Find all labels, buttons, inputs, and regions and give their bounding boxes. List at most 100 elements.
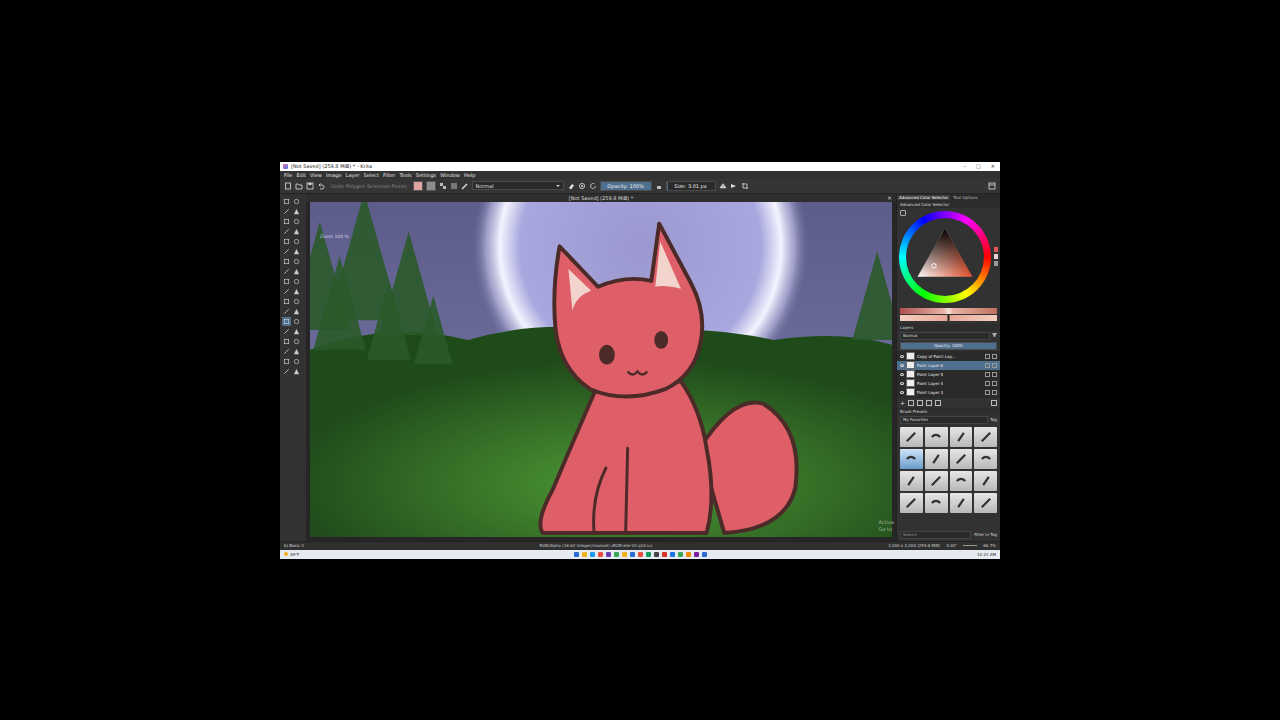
blend-mode-dropdown[interactable]: Normal [472, 181, 564, 190]
layer-row[interactable]: Paint Layer 4 [897, 379, 1000, 388]
opacity-slider[interactable]: Opacity: 100% [600, 181, 652, 191]
tool-button[interactable] [292, 367, 301, 376]
window-control-button[interactable]: ✕ [991, 163, 995, 169]
layer-row[interactable]: Paint Layer 6 [897, 361, 1000, 370]
taskbar-app-icon[interactable] [598, 552, 603, 557]
brush-preset[interactable] [900, 449, 923, 469]
tool-button[interactable] [292, 257, 301, 266]
new-document-icon[interactable] [284, 182, 292, 190]
tool-button[interactable] [282, 217, 291, 226]
tool-button[interactable] [282, 307, 291, 316]
tool-button[interactable] [282, 237, 291, 246]
brush-preset[interactable] [950, 449, 973, 469]
tool-button[interactable] [292, 277, 301, 286]
filter-icon[interactable] [992, 333, 997, 338]
tool-button[interactable] [292, 267, 301, 276]
taskbar-app-icon[interactable] [654, 552, 659, 557]
menu-item[interactable]: Settings [416, 172, 437, 178]
taskbar-app-icon[interactable] [630, 552, 635, 557]
taskbar-app-icon[interactable] [678, 552, 683, 557]
tool-button[interactable] [292, 347, 301, 356]
brush-preset[interactable] [950, 471, 973, 491]
tool-button[interactable] [282, 277, 291, 286]
taskbar-app-icon[interactable] [582, 552, 587, 557]
mirror-horizontal-icon[interactable] [719, 182, 727, 190]
tool-button[interactable] [282, 207, 291, 216]
current-brush[interactable]: b) Basic-1 [284, 543, 304, 548]
tool-button[interactable] [292, 237, 301, 246]
tool-button[interactable] [282, 347, 291, 356]
layer-properties-icon[interactable] [935, 400, 941, 406]
history-swatch[interactable] [994, 261, 998, 266]
brush-preset[interactable] [900, 471, 923, 491]
taskbar-app-icon[interactable] [622, 552, 627, 557]
rotation[interactable]: 0.00° [946, 543, 957, 548]
tool-button[interactable] [282, 337, 291, 346]
docker-tab[interactable]: Tool Options [951, 195, 979, 200]
move-down-icon[interactable] [917, 400, 923, 406]
window-control-button[interactable]: – [964, 163, 967, 169]
tool-button[interactable] [292, 337, 301, 346]
layer-row[interactable]: Copy of Paint Lay... [897, 352, 1000, 361]
brush-preset[interactable] [925, 493, 948, 513]
taskbar-app-icon[interactable] [638, 552, 643, 557]
tool-button[interactable] [282, 317, 291, 326]
tool-button[interactable] [292, 217, 301, 226]
tool-button[interactable] [292, 307, 301, 316]
eye-icon[interactable] [900, 364, 904, 367]
menu-item[interactable]: File [284, 172, 292, 178]
hue-ring[interactable] [899, 211, 991, 303]
menu-item[interactable]: Help [464, 172, 475, 178]
history-swatch[interactable] [994, 247, 998, 252]
taskbar-app-icon[interactable] [606, 552, 611, 557]
layer-row[interactable]: Paint Layer 3 [897, 388, 1000, 397]
size-slider[interactable]: Size: 3.01 px [666, 181, 716, 191]
lock-icon[interactable] [655, 182, 663, 190]
duplicate-layer-icon[interactable] [908, 400, 914, 406]
delete-layer-icon[interactable] [991, 400, 997, 406]
tool-button[interactable] [292, 227, 301, 236]
tool-button[interactable] [292, 327, 301, 336]
alpha-icon[interactable] [992, 363, 997, 368]
taskbar-app-icon[interactable] [614, 552, 619, 557]
taskbar-app-icon[interactable] [574, 552, 579, 557]
tool-button[interactable] [282, 297, 291, 306]
tool-button[interactable] [292, 297, 301, 306]
brush-preset[interactable] [974, 427, 997, 447]
menu-item[interactable]: Window [440, 172, 460, 178]
tool-button[interactable] [282, 257, 291, 266]
undo-icon[interactable] [317, 182, 325, 190]
taskbar-app-icon[interactable] [646, 552, 651, 557]
shade-selector[interactable] [897, 306, 1000, 324]
lock-icon[interactable] [985, 363, 990, 368]
wrap-around-icon[interactable] [741, 182, 749, 190]
tool-button[interactable] [282, 367, 291, 376]
brush-preset[interactable] [974, 471, 997, 491]
tag-button[interactable]: Tag [990, 417, 997, 422]
brush-preset[interactable] [974, 449, 997, 469]
saturation-triangle[interactable] [912, 224, 978, 290]
tool-button[interactable] [292, 207, 301, 216]
taskbar-app-icon[interactable] [670, 552, 675, 557]
history-swatch[interactable] [994, 254, 998, 259]
zoom-level[interactable]: 66.7% [983, 543, 996, 548]
brush-search-field[interactable]: Search [900, 531, 971, 539]
alpha-icon[interactable] [992, 390, 997, 395]
canvas[interactable]: Zoom 100 %ActivaGo to [306, 202, 896, 541]
brush-preset[interactable] [900, 427, 923, 447]
menu-item[interactable]: Tools [399, 172, 411, 178]
close-document-button[interactable]: × [887, 194, 892, 202]
brush-preset-icon[interactable] [461, 182, 469, 190]
tool-button[interactable] [292, 287, 301, 296]
alpha-icon[interactable] [992, 354, 997, 359]
tool-button[interactable] [292, 197, 301, 206]
lock-icon[interactable] [985, 354, 990, 359]
eye-icon[interactable] [900, 355, 904, 358]
tool-button[interactable] [292, 357, 301, 366]
zoom-slider[interactable] [963, 545, 977, 546]
add-layer-icon[interactable]: + [900, 399, 905, 406]
tool-button[interactable] [282, 247, 291, 256]
preserve-alpha-icon[interactable] [578, 182, 586, 190]
taskbar-app-icon[interactable] [590, 552, 595, 557]
brush-preset[interactable] [950, 427, 973, 447]
